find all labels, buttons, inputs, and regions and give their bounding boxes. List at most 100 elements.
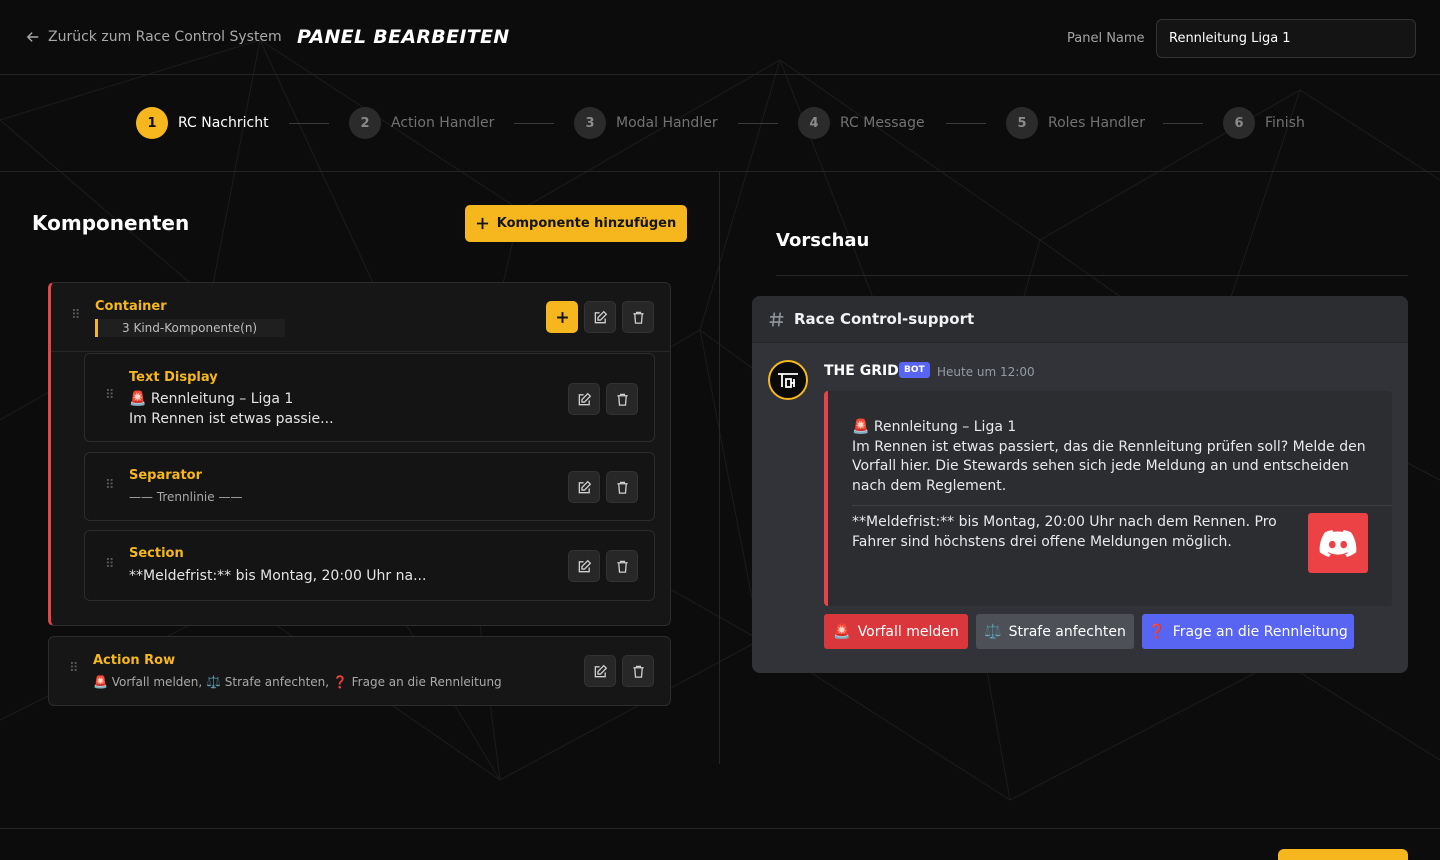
preview-title: Vorschau <box>776 230 870 251</box>
edit-icon <box>578 559 591 572</box>
container-name: Container <box>95 299 167 314</box>
report-incident-button[interactable]: 🚨 Vorfall melden <box>824 614 968 649</box>
panel-divider <box>719 172 720 764</box>
drag-handle-icon[interactable]: ⠿ <box>105 388 114 403</box>
container-component[interactable]: ⠿ Container 3 Kind-Komponente(n) ⠿ Text … <box>48 282 671 626</box>
step-label: Roles Handler <box>1048 115 1146 131</box>
embed-body-line-1: Im Rennen ist etwas passiert, das die Re… <box>852 439 1366 455</box>
drag-handle-icon[interactable]: ⠿ <box>71 308 80 323</box>
step-label: Finish <box>1265 115 1305 131</box>
step-connector <box>738 123 778 124</box>
add-component-label: Komponente hinzufügen <box>496 216 677 231</box>
edit-button[interactable] <box>568 383 600 415</box>
report-incident-label: Vorfall melden <box>857 623 959 640</box>
ask-race-control-label: Frage an die Rennleitung <box>1172 623 1348 640</box>
footer-divider <box>0 828 1440 829</box>
step-action-handler[interactable]: 2 Action Handler <box>349 107 494 139</box>
edit-icon <box>578 392 591 405</box>
components-title: Komponenten <box>32 211 190 235</box>
trash-icon <box>616 481 628 494</box>
trash-icon <box>632 311 644 324</box>
preview-divider <box>776 275 1408 276</box>
embed-title: 🚨 Rennleitung – Liga 1 <box>852 419 1017 435</box>
section-line: **Meldefrist:** bis Montag, 20:00 Uhr na… <box>129 568 427 584</box>
next-step-button[interactable] <box>1278 849 1408 860</box>
step-label: RC Nachricht <box>178 115 269 131</box>
step-number: 5 <box>1006 107 1038 139</box>
appeal-penalty-label: Strafe anfechten <box>1008 623 1126 640</box>
step-connector <box>289 123 329 124</box>
separator-component[interactable]: ⠿ Separator —— Trennlinie —— <box>84 452 655 521</box>
drag-handle-icon[interactable]: ⠿ <box>105 478 114 493</box>
top-bar: Zurück zum Race Control System PANEL BEA… <box>0 0 1440 75</box>
wizard-stepper: 1 RC Nachricht 2 Action Handler 3 Modal … <box>0 76 1440 172</box>
trash-icon <box>632 665 644 678</box>
section-name: Section <box>129 546 184 561</box>
step-rc-message[interactable]: 4 RC Message <box>798 107 925 139</box>
step-connector <box>1163 123 1203 124</box>
discord-preview: Race Control-support THE GRID BOT Heute … <box>752 296 1408 673</box>
message-timestamp: Heute um 12:00 <box>937 365 1035 379</box>
appeal-penalty-button[interactable]: ⚖️ Strafe anfechten <box>976 614 1134 649</box>
plus-icon <box>476 217 488 230</box>
panel-name-input[interactable] <box>1156 19 1416 58</box>
delete-button[interactable] <box>606 550 638 582</box>
text-display-name: Text Display <box>129 370 218 385</box>
step-rc-nachricht[interactable]: 1 RC Nachricht <box>136 107 269 139</box>
edit-button[interactable] <box>584 655 616 687</box>
edit-icon <box>578 480 591 493</box>
text-display-line-2: Im Rennen ist etwas passie... <box>129 411 334 427</box>
step-label: Action Handler <box>391 115 495 131</box>
section-thumbnail <box>1308 513 1368 573</box>
back-link-label: Zurück zum Race Control System <box>48 29 282 45</box>
step-roles-handler[interactable]: 5 Roles Handler <box>1006 107 1145 139</box>
delete-button[interactable] <box>622 655 654 687</box>
channel-header: Race Control-support <box>752 296 1408 343</box>
trash-icon <box>616 560 628 573</box>
add-child-button[interactable] <box>546 301 578 333</box>
the-grid-logo-icon <box>778 373 798 388</box>
step-number: 6 <box>1223 107 1255 139</box>
step-label: RC Message <box>840 115 925 131</box>
section-text-line-1: **Meldefrist:** bis Montag, 20:00 Uhr na… <box>852 514 1277 530</box>
hashtag-icon <box>769 311 784 327</box>
question-icon: ❓ <box>1148 623 1166 640</box>
drag-handle-icon[interactable]: ⠿ <box>69 661 78 676</box>
separator-line: —— Trennlinie —— <box>129 490 243 504</box>
step-finish[interactable]: 6 Finish <box>1223 107 1305 139</box>
text-display-component[interactable]: ⠿ Text Display 🚨 Rennleitung – Liga 1 Im… <box>84 353 655 442</box>
edit-button[interactable] <box>584 301 616 333</box>
bot-username: THE GRID <box>824 363 899 379</box>
delete-button[interactable] <box>606 471 638 503</box>
delete-button[interactable] <box>606 383 638 415</box>
siren-icon: 🚨 <box>833 623 851 640</box>
step-connector <box>946 123 986 124</box>
edit-icon <box>594 664 607 677</box>
action-row-line: 🚨 Vorfall melden, ⚖️ Strafe anfechten, ❓… <box>93 675 502 689</box>
delete-button[interactable] <box>622 301 654 333</box>
container-header: ⠿ Container 3 Kind-Komponente(n) <box>51 283 670 352</box>
add-component-button[interactable]: Komponente hinzufügen <box>465 205 687 242</box>
step-number: 3 <box>574 107 606 139</box>
edit-icon <box>594 310 607 323</box>
edit-button[interactable] <box>568 471 600 503</box>
section-component[interactable]: ⠿ Section **Meldefrist:** bis Montag, 20… <box>84 530 655 601</box>
back-link[interactable]: Zurück zum Race Control System <box>26 29 282 45</box>
text-display-line-1: 🚨 Rennleitung – Liga 1 <box>129 391 294 407</box>
discord-logo-icon <box>1319 530 1357 557</box>
message-embed: 🚨 Rennleitung – Liga 1 Im Rennen ist etw… <box>824 391 1392 606</box>
action-row-component[interactable]: ⠿ Action Row 🚨 Vorfall melden, ⚖️ Strafe… <box>48 636 671 706</box>
plus-icon <box>556 311 568 323</box>
ask-race-control-button[interactable]: ❓ Frage an die Rennleitung <box>1142 614 1354 649</box>
channel-name: Race Control-support <box>794 310 975 328</box>
step-number: 1 <box>136 107 168 139</box>
trash-icon <box>616 393 628 406</box>
bot-tag: BOT <box>899 362 930 378</box>
arrow-left-icon <box>26 32 39 42</box>
drag-handle-icon[interactable]: ⠿ <box>105 557 114 572</box>
separator-name: Separator <box>129 468 202 483</box>
action-row-name: Action Row <box>93 653 176 668</box>
step-modal-handler[interactable]: 3 Modal Handler <box>574 107 718 139</box>
step-number: 2 <box>349 107 381 139</box>
edit-button[interactable] <box>568 550 600 582</box>
